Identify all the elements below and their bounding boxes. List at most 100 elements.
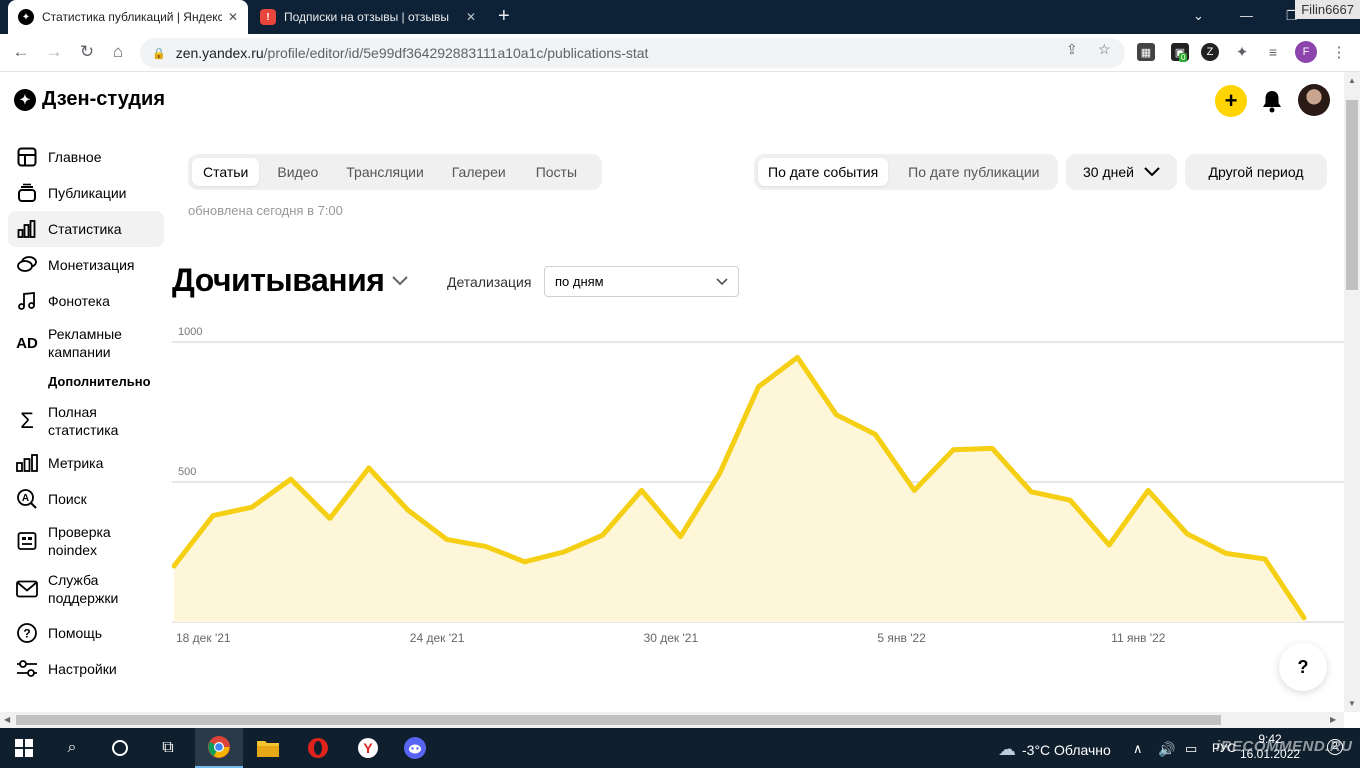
volume-icon[interactable]: 🔊 xyxy=(1158,741,1175,758)
close-tab-icon[interactable]: ✕ xyxy=(228,10,238,24)
vertical-scrollbar[interactable]: ▲ ▼ xyxy=(1344,72,1360,712)
detail-select[interactable]: по дням xyxy=(544,266,739,297)
windows-start-icon[interactable] xyxy=(12,736,36,760)
sidebar-item-label: Проверка noindex xyxy=(48,524,111,558)
new-tab-button[interactable]: + xyxy=(498,6,510,26)
cortana-icon[interactable] xyxy=(108,736,132,760)
otzovik-favicon-icon: ! xyxy=(260,9,276,25)
url-input[interactable]: 🔒 zen.yandex.ru/profile/editor/id/5e99df… xyxy=(140,38,1125,68)
svg-text:Y: Y xyxy=(363,740,373,756)
horizontal-scroll-thumb[interactable] xyxy=(16,715,1221,725)
forward-icon[interactable]: → xyxy=(43,42,65,62)
profile-avatar[interactable]: F xyxy=(1295,41,1317,63)
bookmark-star-icon[interactable]: ☆ xyxy=(1098,41,1111,58)
layout-icon xyxy=(14,146,40,168)
sidebar-item-main[interactable]: Главное xyxy=(8,142,164,172)
extension-z-icon[interactable]: Z xyxy=(1201,43,1219,61)
scroll-right-icon[interactable]: ▶ xyxy=(1330,715,1336,724)
chevron-down-icon xyxy=(1144,167,1160,177)
sidebar-item-help[interactable]: ? Помощь xyxy=(8,618,164,648)
reload-icon[interactable]: ↻ xyxy=(76,42,98,62)
chrome-taskbar-icon[interactable] xyxy=(195,728,243,768)
extension-grid-icon[interactable]: ▦ xyxy=(1137,43,1155,61)
file-explorer-icon[interactable] xyxy=(256,736,280,760)
period-dropdown[interactable]: 30 дней xyxy=(1066,154,1177,190)
sidebar-item-full-stats[interactable]: Σ Полная статистика xyxy=(8,402,164,440)
sidebar-item-label: Рекламные кампании xyxy=(48,326,122,360)
horizontal-scrollbar[interactable]: ◀ ▶ xyxy=(0,712,1344,728)
minimize-icon[interactable]: — xyxy=(1240,8,1253,23)
x-tick-label: 18 дек '21 xyxy=(176,631,231,645)
sidebar-item-noindex[interactable]: Проверка noindex xyxy=(8,522,164,560)
scroll-left-icon[interactable]: ◀ xyxy=(4,715,10,724)
vertical-scroll-thumb[interactable] xyxy=(1346,100,1358,290)
sidebar-item-label: Настройки xyxy=(48,661,117,677)
sidebar-item-monetization[interactable]: Монетизация xyxy=(8,250,164,280)
task-view-icon[interactable]: ⧉ xyxy=(156,736,180,760)
help-button[interactable]: ? xyxy=(1279,643,1327,691)
sigma-icon: Σ xyxy=(20,408,34,433)
reads-chart: 1000500018 дек '2124 дек '2130 дек '215 … xyxy=(172,326,1344,645)
extensions-puzzle-icon[interactable]: ✦ xyxy=(1233,43,1251,61)
discord-icon[interactable] xyxy=(403,736,427,760)
reading-list-icon[interactable]: ≡ xyxy=(1264,43,1282,61)
sliders-icon xyxy=(14,658,40,680)
tab-articles[interactable]: Статьи xyxy=(192,158,260,186)
sidebar-item-support[interactable]: Служба поддержки xyxy=(8,570,164,608)
sidebar-item-metrika[interactable]: Метрика xyxy=(8,448,164,478)
weather-text: -3°C Облачно xyxy=(1022,741,1111,758)
sidebar-item-ad-campaigns[interactable]: AD Рекламные кампании xyxy=(8,324,164,362)
extension-evernote-icon[interactable]: ▣ 0 xyxy=(1171,43,1189,62)
lock-icon: 🔒 xyxy=(152,47,166,60)
home-icon[interactable]: ⌂ xyxy=(107,42,129,62)
tab-video[interactable]: Видео xyxy=(259,158,336,186)
scroll-down-icon[interactable]: ▼ xyxy=(1348,699,1356,708)
search-icon[interactable]: ⌕ xyxy=(60,736,84,760)
tab-otzyvy[interactable]: ! Подписки на отзывы | отзывы ✕ xyxy=(250,0,486,34)
tab-by-publication-date[interactable]: По дате публикации xyxy=(888,158,1049,186)
tab-statistics[interactable]: Статистика публикаций | Яндекс ✕ xyxy=(8,0,248,34)
y-tick-label: 1000 xyxy=(178,326,202,338)
share-icon[interactable]: ⇪ xyxy=(1066,41,1078,58)
more-menu-icon[interactable]: ⋮ xyxy=(1330,43,1348,61)
search-a-icon: A xyxy=(14,488,40,510)
tab-posts[interactable]: Посты xyxy=(524,158,589,186)
tab-title: Статистика публикаций | Яндекс xyxy=(42,10,222,24)
create-button[interactable]: + xyxy=(1215,85,1247,117)
other-period-button[interactable]: Другой период xyxy=(1185,154,1327,190)
tab-galleries[interactable]: Галереи xyxy=(434,158,524,186)
sidebar-item-search[interactable]: A Поиск xyxy=(8,484,164,514)
opera-icon[interactable] xyxy=(306,736,330,760)
sidebar-item-label: Статистика xyxy=(48,221,122,237)
tray-chevron-icon[interactable]: ∧ xyxy=(1133,741,1143,757)
x-tick-label: 30 дек '21 xyxy=(644,631,699,645)
bar-chart-icon xyxy=(14,218,40,240)
sidebar-item-label: Метрика xyxy=(48,455,104,471)
metric-selector[interactable]: Дочитывания xyxy=(172,262,409,299)
user-avatar[interactable] xyxy=(1298,84,1330,116)
tab-broadcasts[interactable]: Трансляции xyxy=(336,158,433,186)
logo-text: Дзен-студия xyxy=(42,88,165,110)
sidebar-item-statistics[interactable]: Статистика xyxy=(8,211,164,247)
close-tab-icon[interactable]: ✕ xyxy=(466,10,476,24)
tab-by-event-date[interactable]: По дате события xyxy=(758,158,889,186)
tab-search-chevron-icon[interactable]: ⌄ xyxy=(1193,8,1204,24)
network-icon[interactable]: ▭ xyxy=(1185,741,1197,757)
scroll-up-icon[interactable]: ▲ xyxy=(1348,76,1356,85)
coins-icon xyxy=(14,254,40,276)
watermark: iRECOMMEND.RU xyxy=(1216,738,1353,755)
weather-widget[interactable]: ☁ -3°C Облачно xyxy=(998,739,1111,760)
svg-text:?: ? xyxy=(23,627,30,641)
sidebar-item-label: Фонотека xyxy=(48,293,110,309)
chevron-down-icon xyxy=(716,277,728,285)
x-tick-label: 11 янв '22 xyxy=(1111,631,1166,645)
sidebar-item-publications[interactable]: Публикации xyxy=(8,178,164,208)
sidebar-item-phonoteka[interactable]: Фонотека xyxy=(8,286,164,316)
bell-icon[interactable] xyxy=(1261,89,1283,113)
yandex-browser-icon[interactable]: Y xyxy=(356,736,380,760)
zen-studio-logo[interactable]: Дзен-студия xyxy=(14,88,165,111)
sidebar-item-settings[interactable]: Настройки xyxy=(8,654,164,684)
area-fill xyxy=(174,357,1304,622)
sidebar-item-label: Поиск xyxy=(48,491,87,507)
back-icon[interactable]: ← xyxy=(10,42,32,62)
